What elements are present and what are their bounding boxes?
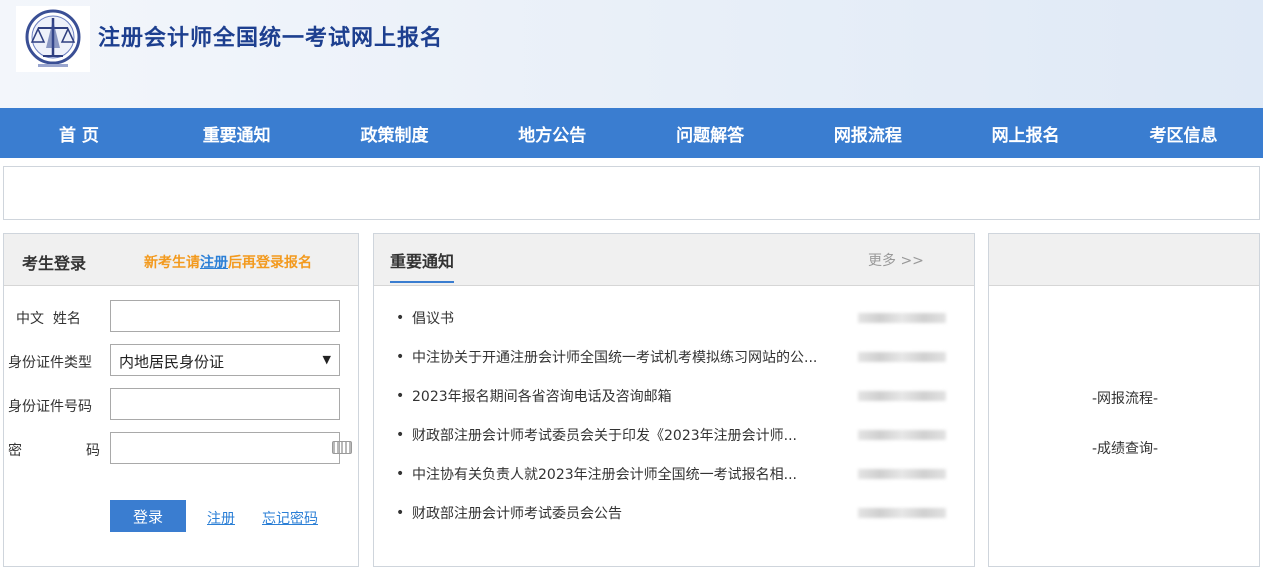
- notice-link[interactable]: 2023年报名期间各省咨询电话及咨询邮箱: [412, 386, 852, 406]
- notice-date: 2023-03-04: [858, 352, 946, 362]
- register-hint-link[interactable]: 注册: [200, 255, 228, 271]
- register-hint-prefix: 新考生请: [144, 255, 200, 271]
- notice-date: 2023-03-06: [858, 391, 946, 401]
- name-label-part1: 中文: [16, 311, 44, 327]
- list-item: • 倡议书 2023-03-07: [392, 306, 958, 345]
- name-row: 中文 姓名: [4, 300, 360, 334]
- name-label-part2: 姓名: [52, 311, 81, 327]
- main-nav: 首 页 重要通知 政策制度 地方公告 问题解答 网报流程 网上报名 考区信息: [0, 108, 1263, 158]
- login-title: 考生登录: [22, 254, 87, 273]
- bullet-icon: •: [396, 427, 405, 443]
- quick-links-header: [989, 234, 1259, 286]
- id-type-label: 身份证件类型: [8, 355, 92, 371]
- list-item: • 财政部注册会计师考试委员会关于印发《2023年注册会计师... 2023-0…: [392, 423, 958, 462]
- chevron-down-icon: ▼: [322, 353, 331, 366]
- bullet-icon: •: [396, 388, 405, 404]
- bullet-icon: •: [396, 349, 405, 365]
- id-type-row: 身份证件类型 内地居民身份证 ▼: [4, 344, 360, 378]
- bullet-icon: •: [396, 310, 405, 326]
- login-panel: 考生登录 新考生请注册后再登录报名 中文 姓名 身份证件类型 内地居民身份证 ▼…: [3, 233, 359, 567]
- site-header: 注册会计师全国统一考试网上报名: [0, 0, 1263, 108]
- notice-link[interactable]: 中注协关于开通注册会计师全国统一考试机考模拟练习网站的公...: [412, 347, 852, 367]
- banner-area: [3, 166, 1260, 220]
- notice-link[interactable]: 倡议书: [412, 308, 852, 328]
- nav-item-important-notices[interactable]: 重要通知: [158, 121, 316, 146]
- login-button[interactable]: 登录: [110, 500, 186, 532]
- password-label: 密 码: [8, 440, 100, 460]
- notices-panel: 重要通知 更多 >> • 倡议书 2023-03-07 • 中注协关于开通注册会…: [373, 233, 975, 567]
- name-label: 中文 姓名: [8, 308, 100, 328]
- id-number-label: 身份证件号码: [8, 399, 92, 415]
- nav-item-local-announcements[interactable]: 地方公告: [473, 121, 631, 146]
- nav-item-registration-process[interactable]: 网报流程: [789, 121, 947, 146]
- notice-date: 2023-03-03: [858, 508, 946, 518]
- register-hint: 新考生请注册后再登录报名: [144, 252, 312, 272]
- password-label-part1: 密: [8, 443, 22, 459]
- forgot-password-link[interactable]: 忘记密码: [262, 508, 318, 528]
- notice-link[interactable]: 财政部注册会计师考试委员会公告: [412, 503, 852, 523]
- id-number-input[interactable]: [110, 388, 340, 420]
- nav-item-home[interactable]: 首 页: [0, 121, 158, 146]
- site-title: 注册会计师全国统一考试网上报名: [98, 26, 444, 51]
- bullet-icon: •: [396, 505, 405, 521]
- notice-link[interactable]: 财政部注册会计师考试委员会关于印发《2023年注册会计师...: [412, 425, 852, 445]
- register-hint-suffix: 后再登录报名: [228, 255, 312, 271]
- register-link[interactable]: 注册: [207, 508, 235, 528]
- nav-item-online-registration[interactable]: 网上报名: [947, 121, 1105, 146]
- password-label-part2: 码: [86, 443, 100, 459]
- nav-item-policies[interactable]: 政策制度: [316, 121, 474, 146]
- notice-date: 2023-03-07: [858, 313, 946, 323]
- id-number-row: 身份证件号码: [4, 388, 360, 422]
- cicpa-logo[interactable]: [16, 6, 90, 72]
- list-item: • 中注协关于开通注册会计师全国统一考试机考模拟练习网站的公... 2023-0…: [392, 345, 958, 384]
- list-item: • 2023年报名期间各省咨询电话及咨询邮箱 2023-03-06: [392, 384, 958, 423]
- id-type-selected: 内地居民身份证: [119, 353, 225, 371]
- password-row: 密 码: [4, 432, 360, 466]
- quick-links-panel: -网报流程- -成绩查询-: [988, 233, 1260, 567]
- name-input[interactable]: [110, 300, 340, 332]
- list-item: • 财政部注册会计师考试委员会公告 2023-03-03: [392, 501, 958, 540]
- password-input[interactable]: [110, 432, 340, 464]
- id-type-select[interactable]: 内地居民身份证 ▼: [110, 344, 340, 376]
- nav-item-faq[interactable]: 问题解答: [631, 121, 789, 146]
- more-notices-link[interactable]: 更多 >>: [868, 250, 924, 270]
- score-inquiry-link[interactable]: -成绩查询-: [989, 438, 1261, 458]
- notice-date: 2023-03-03: [858, 430, 946, 440]
- notices-list: • 倡议书 2023-03-07 • 中注协关于开通注册会计师全国统一考试机考模…: [392, 306, 958, 540]
- bullet-icon: •: [396, 466, 405, 482]
- notices-panel-header: 重要通知 更多 >>: [374, 234, 974, 286]
- notice-date: 2023-03-03: [858, 469, 946, 479]
- notice-link[interactable]: 中注协有关负责人就2023年注册会计师全国统一考试报名相...: [412, 464, 852, 484]
- keyboard-icon[interactable]: [332, 441, 352, 454]
- nav-item-exam-area-info[interactable]: 考区信息: [1105, 121, 1263, 146]
- notices-title: 重要通知: [390, 248, 455, 283]
- login-panel-header: 考生登录 新考生请注册后再登录报名: [4, 234, 358, 286]
- list-item: • 中注协有关负责人就2023年注册会计师全国统一考试报名相... 2023-0…: [392, 462, 958, 501]
- registration-process-link[interactable]: -网报流程-: [989, 388, 1261, 408]
